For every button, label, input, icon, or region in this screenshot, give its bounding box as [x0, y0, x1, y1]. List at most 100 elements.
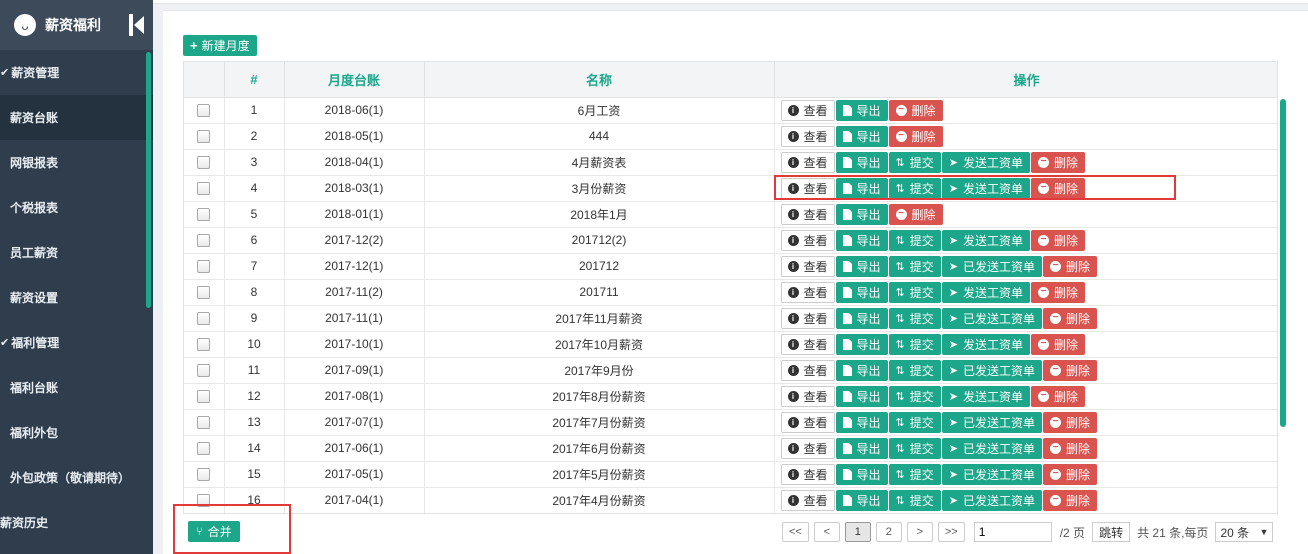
- sidebar-item-7[interactable]: 福利台账: [0, 365, 153, 410]
- delete-button[interactable]: − 删除: [1031, 281, 1086, 303]
- export-button[interactable]: 导出: [835, 229, 888, 251]
- page-1[interactable]: 1: [844, 522, 871, 542]
- sidebar-item-6[interactable]: ✔ 福利管理: [0, 320, 153, 365]
- row-checkbox[interactable]: [197, 104, 211, 118]
- submit-button[interactable]: ⇅ 提交: [888, 151, 941, 173]
- row-checkbox[interactable]: [197, 364, 211, 378]
- delete-button[interactable]: − 删除: [888, 125, 943, 147]
- sent-button[interactable]: ➤ 已发送工资单: [941, 359, 1042, 381]
- export-button[interactable]: 导出: [835, 281, 888, 303]
- page-prev[interactable]: <: [813, 522, 840, 542]
- submit-button[interactable]: ⇅ 提交: [888, 359, 941, 381]
- submit-button[interactable]: ⇅ 提交: [888, 437, 941, 459]
- submit-button[interactable]: ⇅ 提交: [888, 333, 941, 355]
- sent-button[interactable]: ➤ 已发送工资单: [941, 411, 1042, 433]
- submit-button[interactable]: ⇅ 提交: [888, 307, 941, 329]
- submit-button[interactable]: ⇅ 提交: [888, 255, 941, 277]
- delete-button[interactable]: − 删除: [888, 203, 943, 225]
- delete-button[interactable]: − 删除: [1043, 411, 1098, 433]
- submit-button[interactable]: ⇅ 提交: [888, 177, 941, 199]
- view-button[interactable]: i 查看: [780, 437, 835, 459]
- page-last[interactable]: >>: [937, 522, 965, 542]
- export-button[interactable]: 导出: [835, 411, 888, 433]
- row-checkbox[interactable]: [197, 390, 211, 404]
- delete-button[interactable]: − 删除: [1043, 359, 1098, 381]
- collapse-left-icon[interactable]: [129, 14, 145, 36]
- new-month-button[interactable]: + 新建月度: [183, 35, 257, 56]
- delete-button[interactable]: − 删除: [1031, 333, 1086, 355]
- export-button[interactable]: 导出: [835, 177, 888, 199]
- sent-button[interactable]: ➤ 已发送工资单: [941, 463, 1042, 485]
- send-button[interactable]: ➤ 发送工资单: [941, 177, 1030, 199]
- row-checkbox[interactable]: [197, 416, 211, 430]
- sidebar-item-9[interactable]: 外包政策（敬请期待）: [0, 455, 153, 500]
- row-checkbox[interactable]: [197, 442, 211, 456]
- row-checkbox[interactable]: [197, 494, 211, 508]
- view-button[interactable]: i 查看: [780, 255, 835, 277]
- export-button[interactable]: 导出: [835, 203, 888, 225]
- export-button[interactable]: 导出: [835, 437, 888, 459]
- send-button[interactable]: ➤ 发送工资单: [941, 281, 1030, 303]
- send-button[interactable]: ➤ 发送工资单: [941, 151, 1030, 173]
- view-button[interactable]: i 查看: [780, 203, 835, 225]
- export-button[interactable]: 导出: [835, 489, 888, 511]
- merge-button[interactable]: ⑂ 合并: [188, 521, 240, 542]
- view-button[interactable]: i 查看: [780, 489, 835, 511]
- view-button[interactable]: i 查看: [780, 359, 835, 381]
- submit-button[interactable]: ⇅ 提交: [888, 229, 941, 251]
- row-checkbox[interactable]: [197, 468, 211, 482]
- export-button[interactable]: 导出: [835, 359, 888, 381]
- delete-button[interactable]: − 删除: [1043, 489, 1098, 511]
- submit-button[interactable]: ⇅ 提交: [888, 463, 941, 485]
- sidebar-scrollbar[interactable]: [146, 52, 151, 308]
- sidebar-item-5[interactable]: 薪资设置: [0, 275, 153, 320]
- view-button[interactable]: i 查看: [780, 307, 835, 329]
- submit-button[interactable]: ⇅ 提交: [888, 489, 941, 511]
- row-checkbox[interactable]: [197, 156, 211, 170]
- view-button[interactable]: i 查看: [780, 125, 835, 147]
- submit-button[interactable]: ⇅ 提交: [888, 385, 941, 407]
- row-checkbox[interactable]: [197, 130, 211, 144]
- delete-button[interactable]: − 删除: [1043, 307, 1098, 329]
- row-checkbox[interactable]: [197, 260, 211, 274]
- sent-button[interactable]: ➤ 已发送工资单: [941, 307, 1042, 329]
- view-button[interactable]: i 查看: [780, 385, 835, 407]
- row-checkbox[interactable]: [197, 182, 211, 196]
- view-button[interactable]: i 查看: [780, 281, 835, 303]
- export-button[interactable]: 导出: [835, 125, 888, 147]
- jump-button[interactable]: 跳转: [1092, 522, 1131, 542]
- view-button[interactable]: i 查看: [780, 99, 835, 121]
- export-button[interactable]: 导出: [835, 99, 888, 121]
- sidebar-item-0[interactable]: ✔ 薪资管理: [0, 50, 153, 95]
- row-checkbox[interactable]: [197, 312, 211, 326]
- submit-button[interactable]: ⇅ 提交: [888, 411, 941, 433]
- page-first[interactable]: <<: [782, 522, 809, 542]
- delete-button[interactable]: − 删除: [1043, 463, 1098, 485]
- row-checkbox[interactable]: [197, 208, 211, 222]
- row-checkbox[interactable]: [197, 286, 211, 300]
- row-checkbox[interactable]: [197, 234, 211, 248]
- sent-button[interactable]: ➤ 已发送工资单: [941, 489, 1042, 511]
- delete-button[interactable]: − 删除: [1043, 437, 1098, 459]
- export-button[interactable]: 导出: [835, 151, 888, 173]
- view-button[interactable]: i 查看: [780, 411, 835, 433]
- sidebar-item-1[interactable]: 薪资台账: [0, 95, 153, 140]
- export-button[interactable]: 导出: [835, 307, 888, 329]
- view-button[interactable]: i 查看: [780, 463, 835, 485]
- export-button[interactable]: 导出: [835, 333, 888, 355]
- delete-button[interactable]: − 删除: [1031, 177, 1086, 199]
- submit-button[interactable]: ⇅ 提交: [888, 281, 941, 303]
- export-button[interactable]: 导出: [835, 463, 888, 485]
- page-size-select[interactable]: 20 条 ▼: [1215, 522, 1274, 542]
- delete-button[interactable]: − 删除: [888, 99, 943, 121]
- view-button[interactable]: i 查看: [780, 229, 835, 251]
- delete-button[interactable]: − 删除: [1031, 151, 1086, 173]
- sent-button[interactable]: ➤ 已发送工资单: [941, 437, 1042, 459]
- delete-button[interactable]: − 删除: [1031, 385, 1086, 407]
- page-next[interactable]: >: [906, 522, 933, 542]
- export-button[interactable]: 导出: [835, 385, 888, 407]
- table-scrollbar[interactable]: [1280, 99, 1286, 427]
- send-button[interactable]: ➤ 发送工资单: [941, 333, 1030, 355]
- view-button[interactable]: i 查看: [780, 151, 835, 173]
- sidebar-item-3[interactable]: 个税报表: [0, 185, 153, 230]
